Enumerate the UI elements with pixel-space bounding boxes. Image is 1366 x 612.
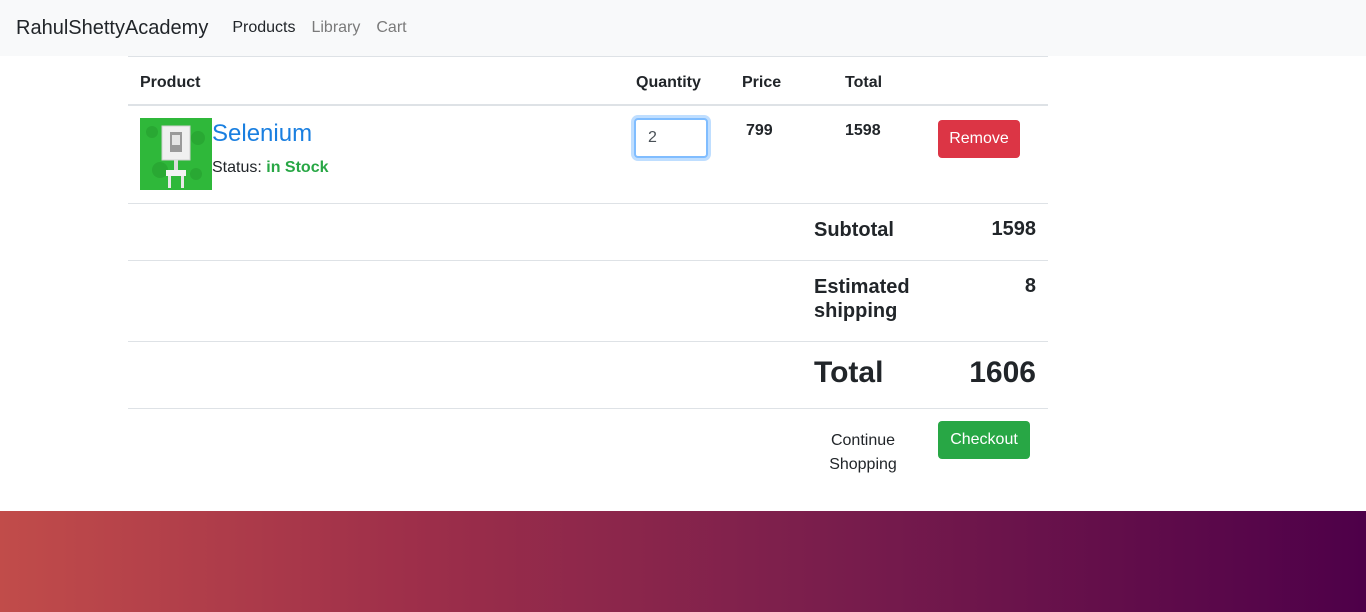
- total-row: Total 1606: [128, 341, 1048, 408]
- shipping-row: Estimated shipping 8: [128, 260, 1048, 341]
- header-product: Product: [140, 74, 201, 91]
- grand-total-label: Total: [814, 356, 884, 389]
- continue-shopping-button[interactable]: Continue Shopping: [814, 429, 912, 477]
- subtotal-row: Subtotal 1598: [128, 203, 1048, 260]
- product-name-link[interactable]: Selenium: [212, 120, 312, 148]
- product-thumbnail-image: [140, 118, 212, 190]
- status-label: Status:: [212, 159, 262, 176]
- subtotal-label: Subtotal: [814, 219, 894, 241]
- shipping-value: 8: [1024, 275, 1036, 297]
- quantity-input[interactable]: [634, 118, 708, 158]
- checkout-button[interactable]: Checkout: [938, 421, 1030, 459]
- table-header-row: Product Quantity Price Total: [128, 56, 1048, 106]
- nav-link-products[interactable]: Products: [232, 19, 295, 37]
- footer-gradient-band: [0, 511, 1366, 612]
- nav-link-cart[interactable]: Cart: [376, 19, 406, 37]
- cart-item-row: Selenium Status: in Stock 799 1598 Remov…: [128, 106, 1048, 203]
- grand-total-value: 1606: [969, 356, 1036, 389]
- header-quantity: Quantity: [636, 74, 701, 91]
- shipping-label: Estimated shipping: [814, 276, 910, 322]
- brand-logo-link[interactable]: RahulShettyAcademy: [16, 17, 208, 40]
- subtotal-value: 1598: [991, 218, 1037, 240]
- header-total: Total: [845, 74, 883, 91]
- cart-table: Product Quantity Price Total Selenium St…: [128, 56, 1048, 494]
- item-price: 799: [746, 122, 773, 139]
- item-total: 1598: [845, 122, 881, 139]
- product-status: Status: in Stock: [212, 159, 329, 177]
- status-value: in Stock: [266, 159, 329, 176]
- nav-link-library[interactable]: Library: [311, 19, 360, 37]
- header-price: Price: [742, 74, 782, 91]
- actions-row: Continue Shopping Checkout: [128, 408, 1048, 494]
- top-navbar: RahulShettyAcademy Products Library Cart: [0, 0, 1366, 56]
- remove-button[interactable]: Remove: [938, 120, 1020, 158]
